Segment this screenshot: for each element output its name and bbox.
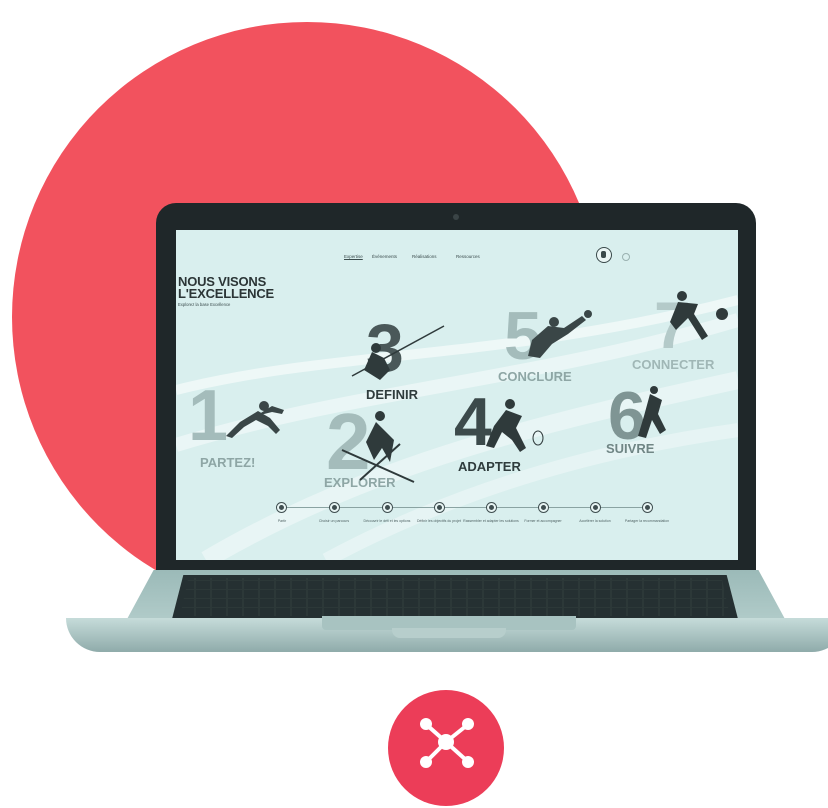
webcam [453,214,459,220]
network-hub-icon [388,690,504,806]
laptop-screen: Expertise Événements Réalisations Ressou… [176,230,738,560]
timeline-label-7: Accélérer la solution [579,519,611,523]
network-hub-glyph [420,718,474,768]
timeline-dot-4[interactable] [435,503,444,512]
timeline-dot-2[interactable] [330,503,339,512]
timeline-label-3: Découvrir le défi et les options [363,519,411,523]
timeline-label-1: Partir [277,519,287,523]
badminton-player-silhouette [486,399,544,452]
timeline-dot-8[interactable] [643,503,652,512]
timeline-label-4: Définir les objectifs du projet [417,519,461,523]
timeline-dot-6[interactable] [539,503,548,512]
timeline-label-2: Choisir un parcours [318,519,350,523]
timeline-dot-7[interactable] [591,503,600,512]
timeline-dot-1[interactable] [277,503,286,512]
timeline-dot-3[interactable] [383,503,392,512]
keyboard-keys [180,578,730,616]
timeline-label-5: Rassembler et adapter les solutions [463,519,519,523]
high-jumper-silhouette [351,325,445,380]
laptop-notch [392,628,506,638]
timeline-dot-5[interactable] [487,503,496,512]
sprinter-silhouette [226,401,284,438]
athlete-silhouettes [226,291,728,483]
timeline-label-8: Partager la recommandation [624,519,670,523]
footballer-silhouette [670,291,728,340]
skier-silhouette [341,411,415,483]
timeline-label-6: Former et accompagner [524,519,562,523]
volleyball-player-silhouette [528,310,592,358]
scene: Expertise Événements Réalisations Ressou… [0,0,828,808]
runner-silhouette [638,386,666,438]
